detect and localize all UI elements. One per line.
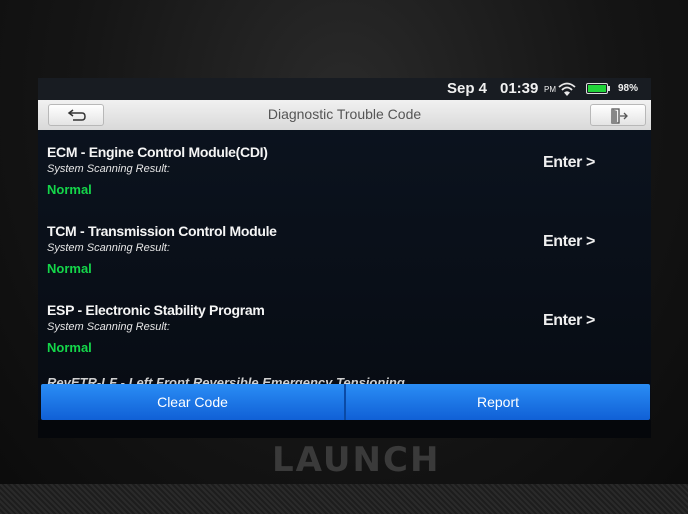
status-ampm: PM <box>544 85 556 94</box>
page-title: Diagnostic Trouble Code <box>267 106 422 122</box>
scan-result-label: System Scanning Result: <box>47 163 170 175</box>
module-name: TCM - Transmission Control Module <box>47 223 277 239</box>
enter-button-tcm[interactable]: Enter > <box>543 233 595 251</box>
enter-button-ecm[interactable]: Enter > <box>543 154 595 172</box>
device-edge <box>0 484 688 514</box>
device-screen: Sep 4 01:39 PM 98% Diagnostic Trouble Co… <box>38 78 651 438</box>
status-badge: Normal <box>47 182 92 197</box>
module-name: ESP - Electronic Stability Program <box>47 302 265 318</box>
battery-icon <box>586 83 608 94</box>
battery-percentage: 98% <box>618 83 639 94</box>
module-esp: ESP - Electronic Stability Program Syste… <box>38 302 651 378</box>
enter-button-esp[interactable]: Enter > <box>543 312 595 330</box>
battery-tip <box>608 86 610 91</box>
status-bar: Sep 4 01:39 PM 98% <box>38 78 651 100</box>
title-bar: Diagnostic Trouble Code <box>38 100 651 130</box>
exit-button[interactable] <box>590 104 646 126</box>
status-badge: Normal <box>47 340 92 355</box>
status-date: Sep 4 <box>447 80 488 97</box>
bottom-action-bar: Clear Code Report <box>41 384 650 420</box>
scan-result-label: System Scanning Result: <box>47 321 170 333</box>
status-time: 01:39 <box>500 80 539 97</box>
screen-footer <box>38 420 651 438</box>
scan-result-label: System Scanning Result: <box>47 242 170 254</box>
module-tcm: TCM - Transmission Control Module System… <box>38 223 651 299</box>
report-button[interactable]: Report <box>346 384 650 420</box>
battery-fill <box>588 85 606 92</box>
status-badge: Normal <box>47 261 92 276</box>
exit-icon <box>611 108 628 124</box>
module-ecm: ECM - Engine Control Module(CDI) System … <box>38 144 651 220</box>
clear-code-button[interactable]: Clear Code <box>41 384 344 420</box>
brand-logo: LAUNCH <box>272 440 441 480</box>
wifi-icon <box>558 82 576 96</box>
module-name: ECM - Engine Control Module(CDI) <box>47 144 268 160</box>
